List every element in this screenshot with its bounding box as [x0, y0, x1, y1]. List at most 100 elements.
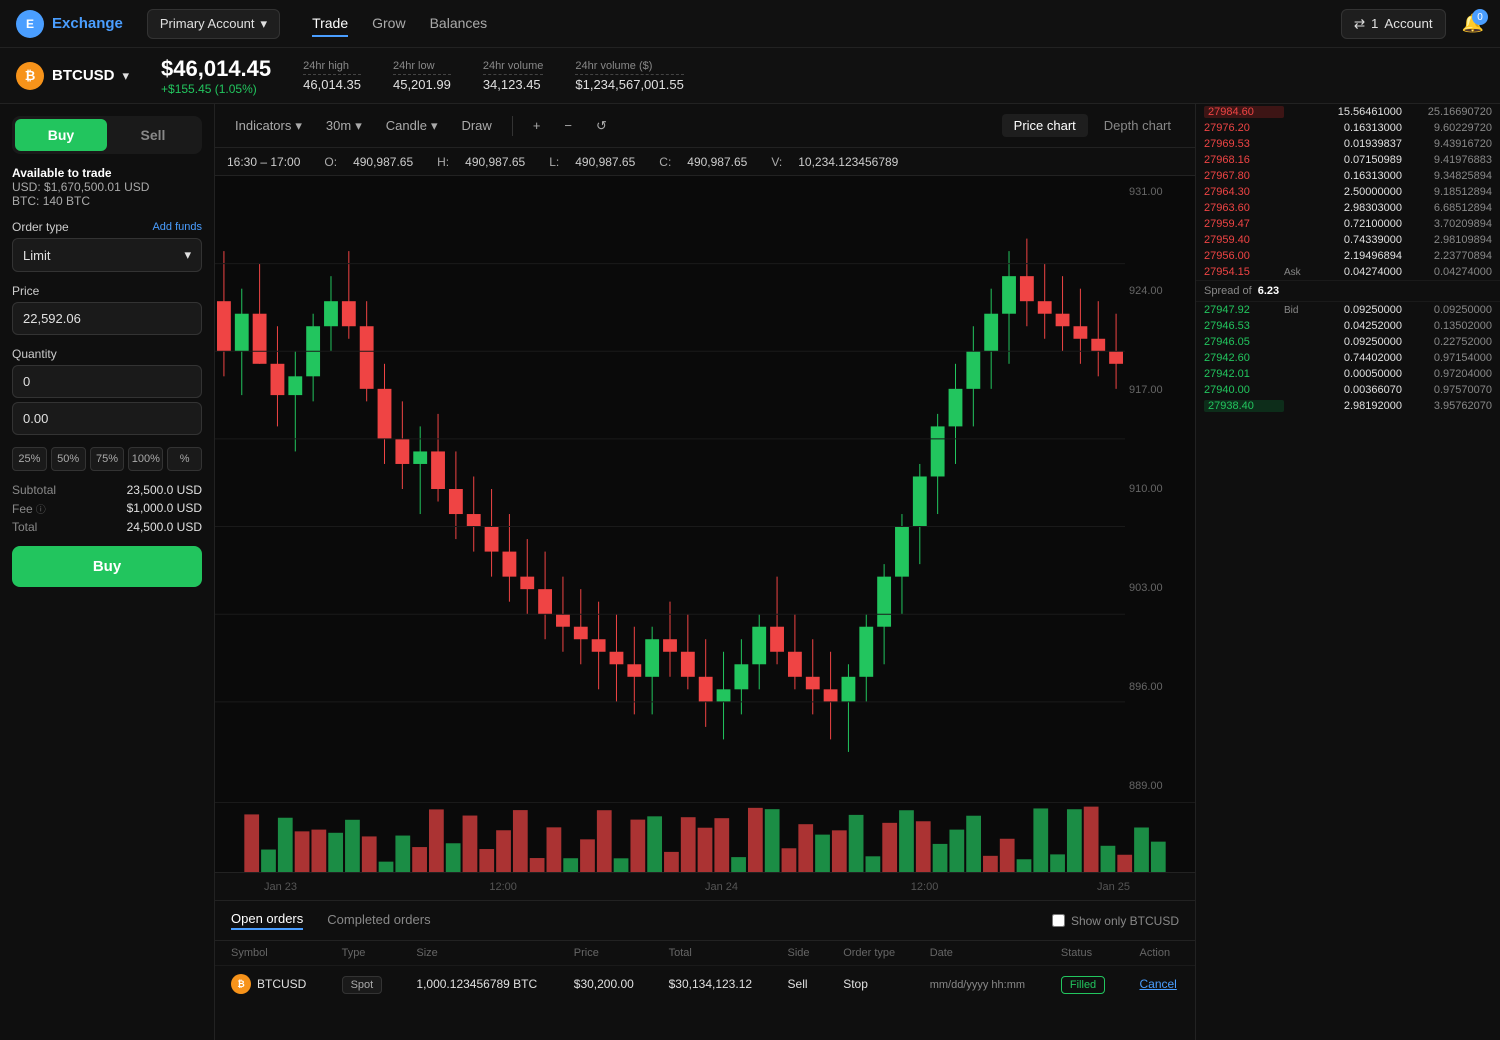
zoom-out-btn[interactable]: − [556, 114, 580, 137]
ask-row[interactable]: 27967.80 0.16313000 9.34825894 [1196, 168, 1500, 184]
notifications-button[interactable]: 🔔 0 [1462, 13, 1484, 34]
chart-toolbar: Indicators ▾ 30m ▾ Candle ▾ Draw + − ↺ P… [215, 104, 1195, 148]
bid-row[interactable]: 27942.01 0.00050000 0.97204000 [1196, 366, 1500, 382]
subtotal-label: Subtotal [12, 483, 56, 497]
col-price: Price [558, 941, 653, 966]
qty-btc-wrap: BTC [12, 365, 202, 398]
ask-row[interactable]: 27969.53 0.01939837 9.43916720 [1196, 136, 1500, 152]
pct-custom-btn[interactable]: % [167, 447, 202, 471]
center-area: Indicators ▾ 30m ▾ Candle ▾ Draw + − ↺ P… [215, 104, 1195, 1040]
ask-row[interactable]: 27954.15 Ask 0.04274000 0.04274000 [1196, 264, 1500, 280]
ask-row[interactable]: 27963.60 2.98303000 6.68512894 [1196, 200, 1500, 216]
indicators-btn[interactable]: Indicators ▾ [227, 114, 310, 138]
app-logo[interactable]: E Exchange [16, 10, 123, 38]
completed-orders-tab[interactable]: Completed orders [327, 912, 430, 929]
candle-label: Candle [386, 118, 427, 133]
depth-chart-tab[interactable]: Depth chart [1092, 114, 1183, 137]
ask-price: 27959.40 [1204, 234, 1284, 246]
add-funds-link[interactable]: Add funds [152, 221, 202, 233]
show-only-input[interactable] [1052, 914, 1065, 927]
ohlcv-open-val: 490,987.65 [353, 155, 413, 169]
chart-area[interactable]: 931.00 924.00 917.00 910.00 903.00 896.0… [215, 176, 1195, 802]
ask-price: 27967.80 [1204, 170, 1284, 182]
nav-link-grow[interactable]: Grow [372, 11, 405, 37]
price-chart-tab[interactable]: Price chart [1002, 114, 1088, 137]
order-summary: Subtotal 23,500.0 USD Fee ⓘ $1,000.0 USD… [12, 483, 202, 534]
bid-row[interactable]: 27942.60 0.74402000 0.97154000 [1196, 350, 1500, 366]
ask-size: 0.72100000 [1314, 218, 1402, 230]
notif-badge: 0 [1472, 9, 1488, 25]
qty-btc-input[interactable] [13, 366, 202, 397]
price-input[interactable] [13, 303, 202, 334]
main-layout: Buy Sell Available to trade USD: $1,670,… [0, 104, 1500, 1040]
logo-icon: E [16, 10, 44, 38]
ask-price: 27984.60 [1204, 106, 1284, 118]
qty-usd-input[interactable] [13, 403, 202, 434]
fee-info-icon: ⓘ [36, 501, 46, 516]
bid-row[interactable]: 27947.92 Bid 0.09250000 0.09250000 [1196, 302, 1500, 318]
ticker-stat-24hr-low: 24hr low 45,201.99 [393, 60, 451, 92]
bid-total: 0.22752000 [1402, 336, 1492, 348]
refresh-btn[interactable]: ↺ [588, 114, 615, 138]
buy-tab[interactable]: Buy [15, 119, 107, 151]
show-only-checkbox[interactable]: Show only BTCUSD [1052, 914, 1179, 928]
available-to-trade: Available to trade USD: $1,670,500.01 US… [12, 166, 202, 208]
ask-row[interactable]: 27959.47 0.72100000 3.70209894 [1196, 216, 1500, 232]
pct-25-btn[interactable]: 25% [12, 447, 47, 471]
ask-row[interactable]: 27959.40 0.74339000 2.98109894 [1196, 232, 1500, 248]
sell-tab[interactable]: Sell [107, 119, 199, 151]
nav-link-balances[interactable]: Balances [430, 11, 488, 37]
ticker-bar: ₿ BTCUSD ▾ $46,014.45 +$155.45 (1.05%) 2… [0, 48, 1500, 104]
ask-price: 27954.15 [1204, 266, 1284, 278]
table-row: ₿ BTCUSD Spot 1,000.123456789 BTC $30,20… [215, 966, 1195, 1003]
ask-row[interactable]: 27984.60 15.56461000 25.16690720 [1196, 104, 1500, 120]
pct-50-btn[interactable]: 50% [51, 447, 86, 471]
col-side: Side [772, 941, 828, 966]
nav-link-trade[interactable]: Trade [312, 11, 348, 37]
ask-price: 27959.47 [1204, 218, 1284, 230]
submit-buy-button[interactable]: Buy [12, 546, 202, 587]
account-selector-button[interactable]: Primary Account ▾ [147, 9, 280, 39]
transfer-button[interactable]: ⇄ 1 Account [1341, 9, 1446, 39]
fee-row: Fee ⓘ $1,000.0 USD [12, 501, 202, 516]
ask-row[interactable]: 27964.30 2.50000000 9.18512894 [1196, 184, 1500, 200]
bid-price: 27947.92 [1204, 304, 1284, 316]
account-selector-label: Primary Account [160, 16, 255, 31]
ask-size: 0.16313000 [1314, 170, 1402, 182]
bid-row[interactable]: 27946.05 0.09250000 0.22752000 [1196, 334, 1500, 350]
ohlcv-bar: 16:30 – 17:00 O: 490,987.65 H: 490,987.6… [215, 148, 1195, 176]
zoom-in-btn[interactable]: + [525, 114, 549, 137]
bid-row[interactable]: 27946.53 0.04252000 0.13502000 [1196, 318, 1500, 334]
date-jan25: Jan 25 [1097, 881, 1130, 893]
ask-row[interactable]: 27956.00 2.19496894 2.23770894 [1196, 248, 1500, 264]
row-symbol-text: BTCUSD [257, 977, 306, 991]
row-price: $30,200.00 [558, 966, 653, 1003]
draw-btn[interactable]: Draw [453, 114, 499, 137]
price-label-924: 924.00 [1129, 285, 1191, 297]
pct-75-btn[interactable]: 75% [90, 447, 125, 471]
timeframe-btn[interactable]: 30m ▾ [318, 114, 370, 138]
date-jan24: Jan 24 [705, 881, 738, 893]
ticker-price: $46,014.45 [161, 56, 271, 82]
order-type-select[interactable]: Limit ▾ [12, 238, 202, 272]
bid-row[interactable]: 27940.00 0.00366070 0.97570070 [1196, 382, 1500, 398]
bid-row[interactable]: 27938.40 2.98192000 3.95762070 [1196, 398, 1500, 414]
bid-price: 27938.40 [1204, 400, 1284, 412]
subtotal-val: 23,500.0 USD [127, 483, 202, 497]
ask-row[interactable]: 27968.16 0.07150989 9.41976883 [1196, 152, 1500, 168]
bid-rows: 27947.92 Bid 0.09250000 0.09250000 27946… [1196, 302, 1500, 414]
date-1200-1: 12:00 [489, 881, 517, 893]
ticker-symbol-selector[interactable]: ₿ BTCUSD ▾ [16, 62, 129, 90]
account-right-label: Account [1384, 16, 1432, 31]
cancel-order-link[interactable]: Cancel [1139, 977, 1176, 991]
chevron-down-icon: ▾ [261, 16, 268, 32]
pct-100-btn[interactable]: 100% [128, 447, 163, 471]
ask-row[interactable]: 27976.20 0.16313000 9.60229720 [1196, 120, 1500, 136]
price-label-910: 910.00 [1129, 483, 1191, 495]
ask-total: 3.70209894 [1402, 218, 1492, 230]
candle-type-btn[interactable]: Candle ▾ [378, 114, 446, 138]
row-action: Cancel [1123, 966, 1195, 1003]
row-size: 1,000.123456789 BTC [400, 966, 557, 1003]
open-orders-tab[interactable]: Open orders [231, 911, 303, 930]
bid-size: 0.74402000 [1314, 352, 1402, 364]
